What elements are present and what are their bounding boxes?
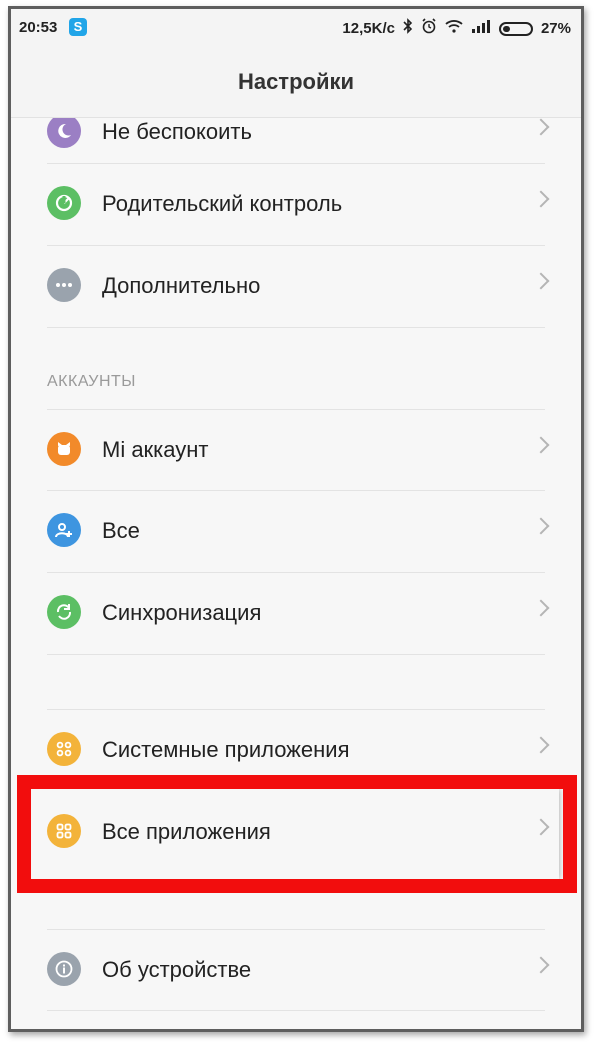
settings-item-about-device[interactable]: Об устройстве: [11, 929, 581, 1010]
chevron-right-icon: [532, 956, 550, 974]
skype-icon: S: [69, 18, 87, 36]
settings-item-additional[interactable]: Дополнительно: [11, 245, 581, 326]
settings-item-sync[interactable]: Синхронизация: [11, 572, 581, 653]
chevron-right-icon: [532, 599, 550, 617]
divider: [47, 327, 545, 328]
mi-account-icon: [47, 432, 81, 466]
settings-item-all-accounts[interactable]: Все: [11, 490, 581, 571]
status-time: 20:53: [19, 19, 58, 36]
item-label: Дополнительно: [102, 273, 261, 298]
phone-screen: Не беспокоить Родительский контроль Допо…: [8, 6, 584, 1032]
highlight-box: [17, 775, 577, 893]
settings-item-mi-account[interactable]: Mi аккаунт: [11, 409, 581, 490]
chevron-right-icon: [532, 517, 550, 535]
divider: [47, 654, 545, 655]
signal-icon: [471, 19, 491, 38]
section-header-accounts: АККАУНТЫ: [47, 373, 136, 390]
apps-grid-icon: [47, 732, 81, 766]
more-dots-icon: [47, 268, 81, 302]
settings-item-parental-control[interactable]: Родительский контроль: [11, 163, 581, 244]
item-label: Синхронизация: [102, 600, 262, 625]
network-speed: 12,5K/c: [342, 20, 395, 37]
status-icons: 12,5K/c 27%: [342, 18, 571, 39]
page-title: Настройки: [237, 69, 355, 94]
chevron-right-icon: [532, 118, 550, 136]
item-label: Системные приложения: [102, 737, 350, 762]
item-label: Родительский контроль: [102, 191, 343, 216]
parental-control-icon: [47, 186, 81, 220]
chevron-right-icon: [532, 190, 550, 208]
item-label: Не беспокоить: [102, 119, 252, 144]
app-header: Настройки: [11, 47, 581, 118]
chevron-right-icon: [532, 272, 550, 290]
status-bar: 20:53 S 12,5K/c 27%: [11, 9, 581, 47]
info-icon: [47, 952, 81, 986]
battery-level: [502, 25, 510, 32]
chevron-right-icon: [532, 736, 550, 754]
battery-icon: [498, 21, 533, 36]
item-label: Об устройстве: [102, 957, 252, 982]
wifi-icon: [445, 19, 463, 38]
battery-percent: 27%: [540, 20, 571, 37]
divider: [47, 1010, 545, 1011]
add-user-icon: [47, 513, 81, 547]
sync-icon: [47, 595, 81, 629]
item-label: Mi аккаунт: [102, 437, 209, 462]
chevron-right-icon: [532, 436, 550, 454]
moon-icon: [47, 114, 81, 148]
alarm-clock-icon: [421, 18, 437, 39]
bluetooth-icon: [403, 18, 413, 39]
item-label: Все: [102, 518, 140, 543]
